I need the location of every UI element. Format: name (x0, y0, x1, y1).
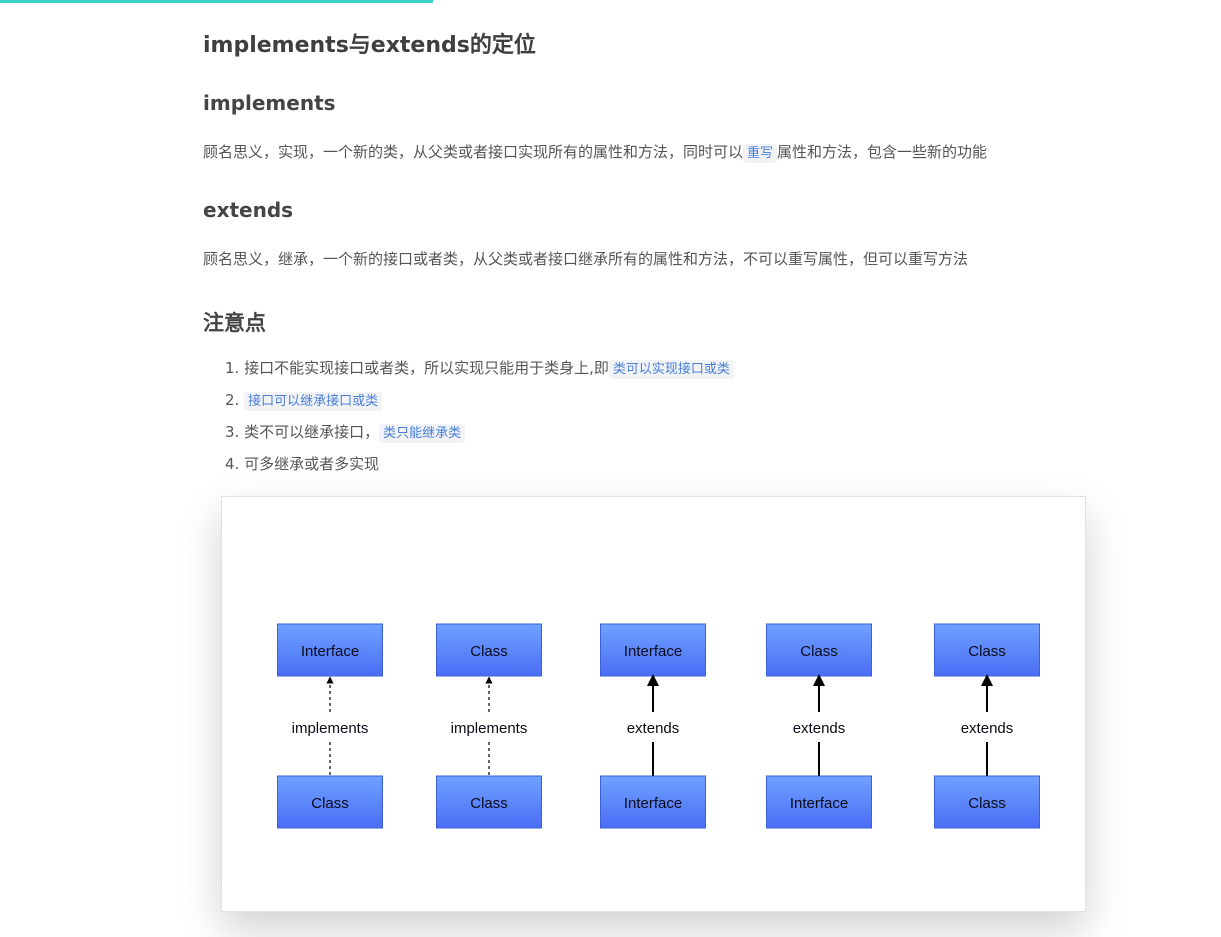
list-item-text: 接口不能实现接口或者类，所以实现只能用于类身上,即 (244, 359, 609, 377)
diagram-column: Class Interface extends (766, 623, 872, 829)
list-item-code: 类只能继承类 (379, 424, 466, 443)
diagram-bottom-label: Interface (624, 795, 682, 812)
list-item-number: 3. (225, 423, 240, 441)
diagram-bottom-label: Class (470, 795, 508, 812)
list-item-number: 2. (225, 391, 240, 409)
diagram-top-label: Class (968, 643, 1006, 660)
list-item-code: 类可以实现接口或类 (608, 360, 734, 379)
list-item-text: 可多继承或者多实现 (244, 455, 380, 473)
list-item-text: 类不可以继承接口， (244, 423, 380, 441)
implements-text-before: 顾名思义，实现，一个新的类，从父类或者接口实现所有的属性和方法，同时可以 (203, 143, 744, 161)
inline-code-override: 重写 (743, 144, 778, 163)
implements-heading: implements (203, 91, 336, 115)
list-item: 3. 类不可以继承接口， 类只能继承类 (225, 419, 734, 451)
extends-heading: extends (203, 198, 294, 222)
reading-progress-bar (0, 0, 433, 3)
implements-description: 顾名思义，实现，一个新的类，从父类或者接口实现所有的属性和方法，同时可以 重写 属性… (203, 141, 988, 163)
diagram-top-label: Class (800, 643, 838, 660)
diagram-column: Class Class extends (934, 623, 1040, 829)
list-item-code: 接口可以继承接口或类 (244, 392, 383, 411)
diagram-relation-label: extends (627, 720, 680, 737)
list-item: 4. 可多继承或者多实现 (225, 451, 734, 483)
diagram-bottom-label: Class (311, 795, 349, 812)
diagram-canvas: Interface Class implements Class Class implem… (277, 623, 1040, 829)
page-title: implements与extends的定位 (203, 33, 536, 58)
diagram-column: Interface Interface extends (600, 623, 706, 829)
diagram-column: Interface Class implements (277, 623, 383, 829)
diagram-relation-label: implements (292, 720, 369, 737)
diagram-bottom-label: Class (968, 795, 1006, 812)
diagram-top-label: Class (470, 643, 508, 660)
diagram-column: Class Class implements (436, 623, 542, 829)
list-item-number: 4. (225, 455, 240, 473)
notes-list: 1. 接口不能实现接口或者类，所以实现只能用于类身上,即 类可以实现接口或类 2.… (225, 355, 734, 483)
relationship-diagram: Interface Class implements Class Class implem… (221, 496, 1086, 912)
list-item: 2. 接口可以继承接口或类 (225, 387, 734, 419)
diagram-relation-label: implements (451, 720, 528, 737)
extends-description: 顾名思义，继承，一个新的接口或者类，从父类或者接口继承所有的属性和方法，不可以重… (203, 250, 969, 268)
list-item-number: 1. (225, 359, 240, 377)
diagram-top-label: Interface (624, 643, 682, 660)
notes-heading: 注意点 (203, 311, 266, 335)
diagram-bottom-label: Interface (790, 795, 848, 812)
diagram-relation-label: extends (961, 720, 1014, 737)
diagram-relation-label: extends (793, 720, 846, 737)
list-item: 1. 接口不能实现接口或者类，所以实现只能用于类身上,即 类可以实现接口或类 (225, 355, 734, 387)
diagram-top-label: Interface (301, 643, 359, 660)
implements-text-after: 属性和方法，包含一些新的功能 (777, 143, 988, 161)
